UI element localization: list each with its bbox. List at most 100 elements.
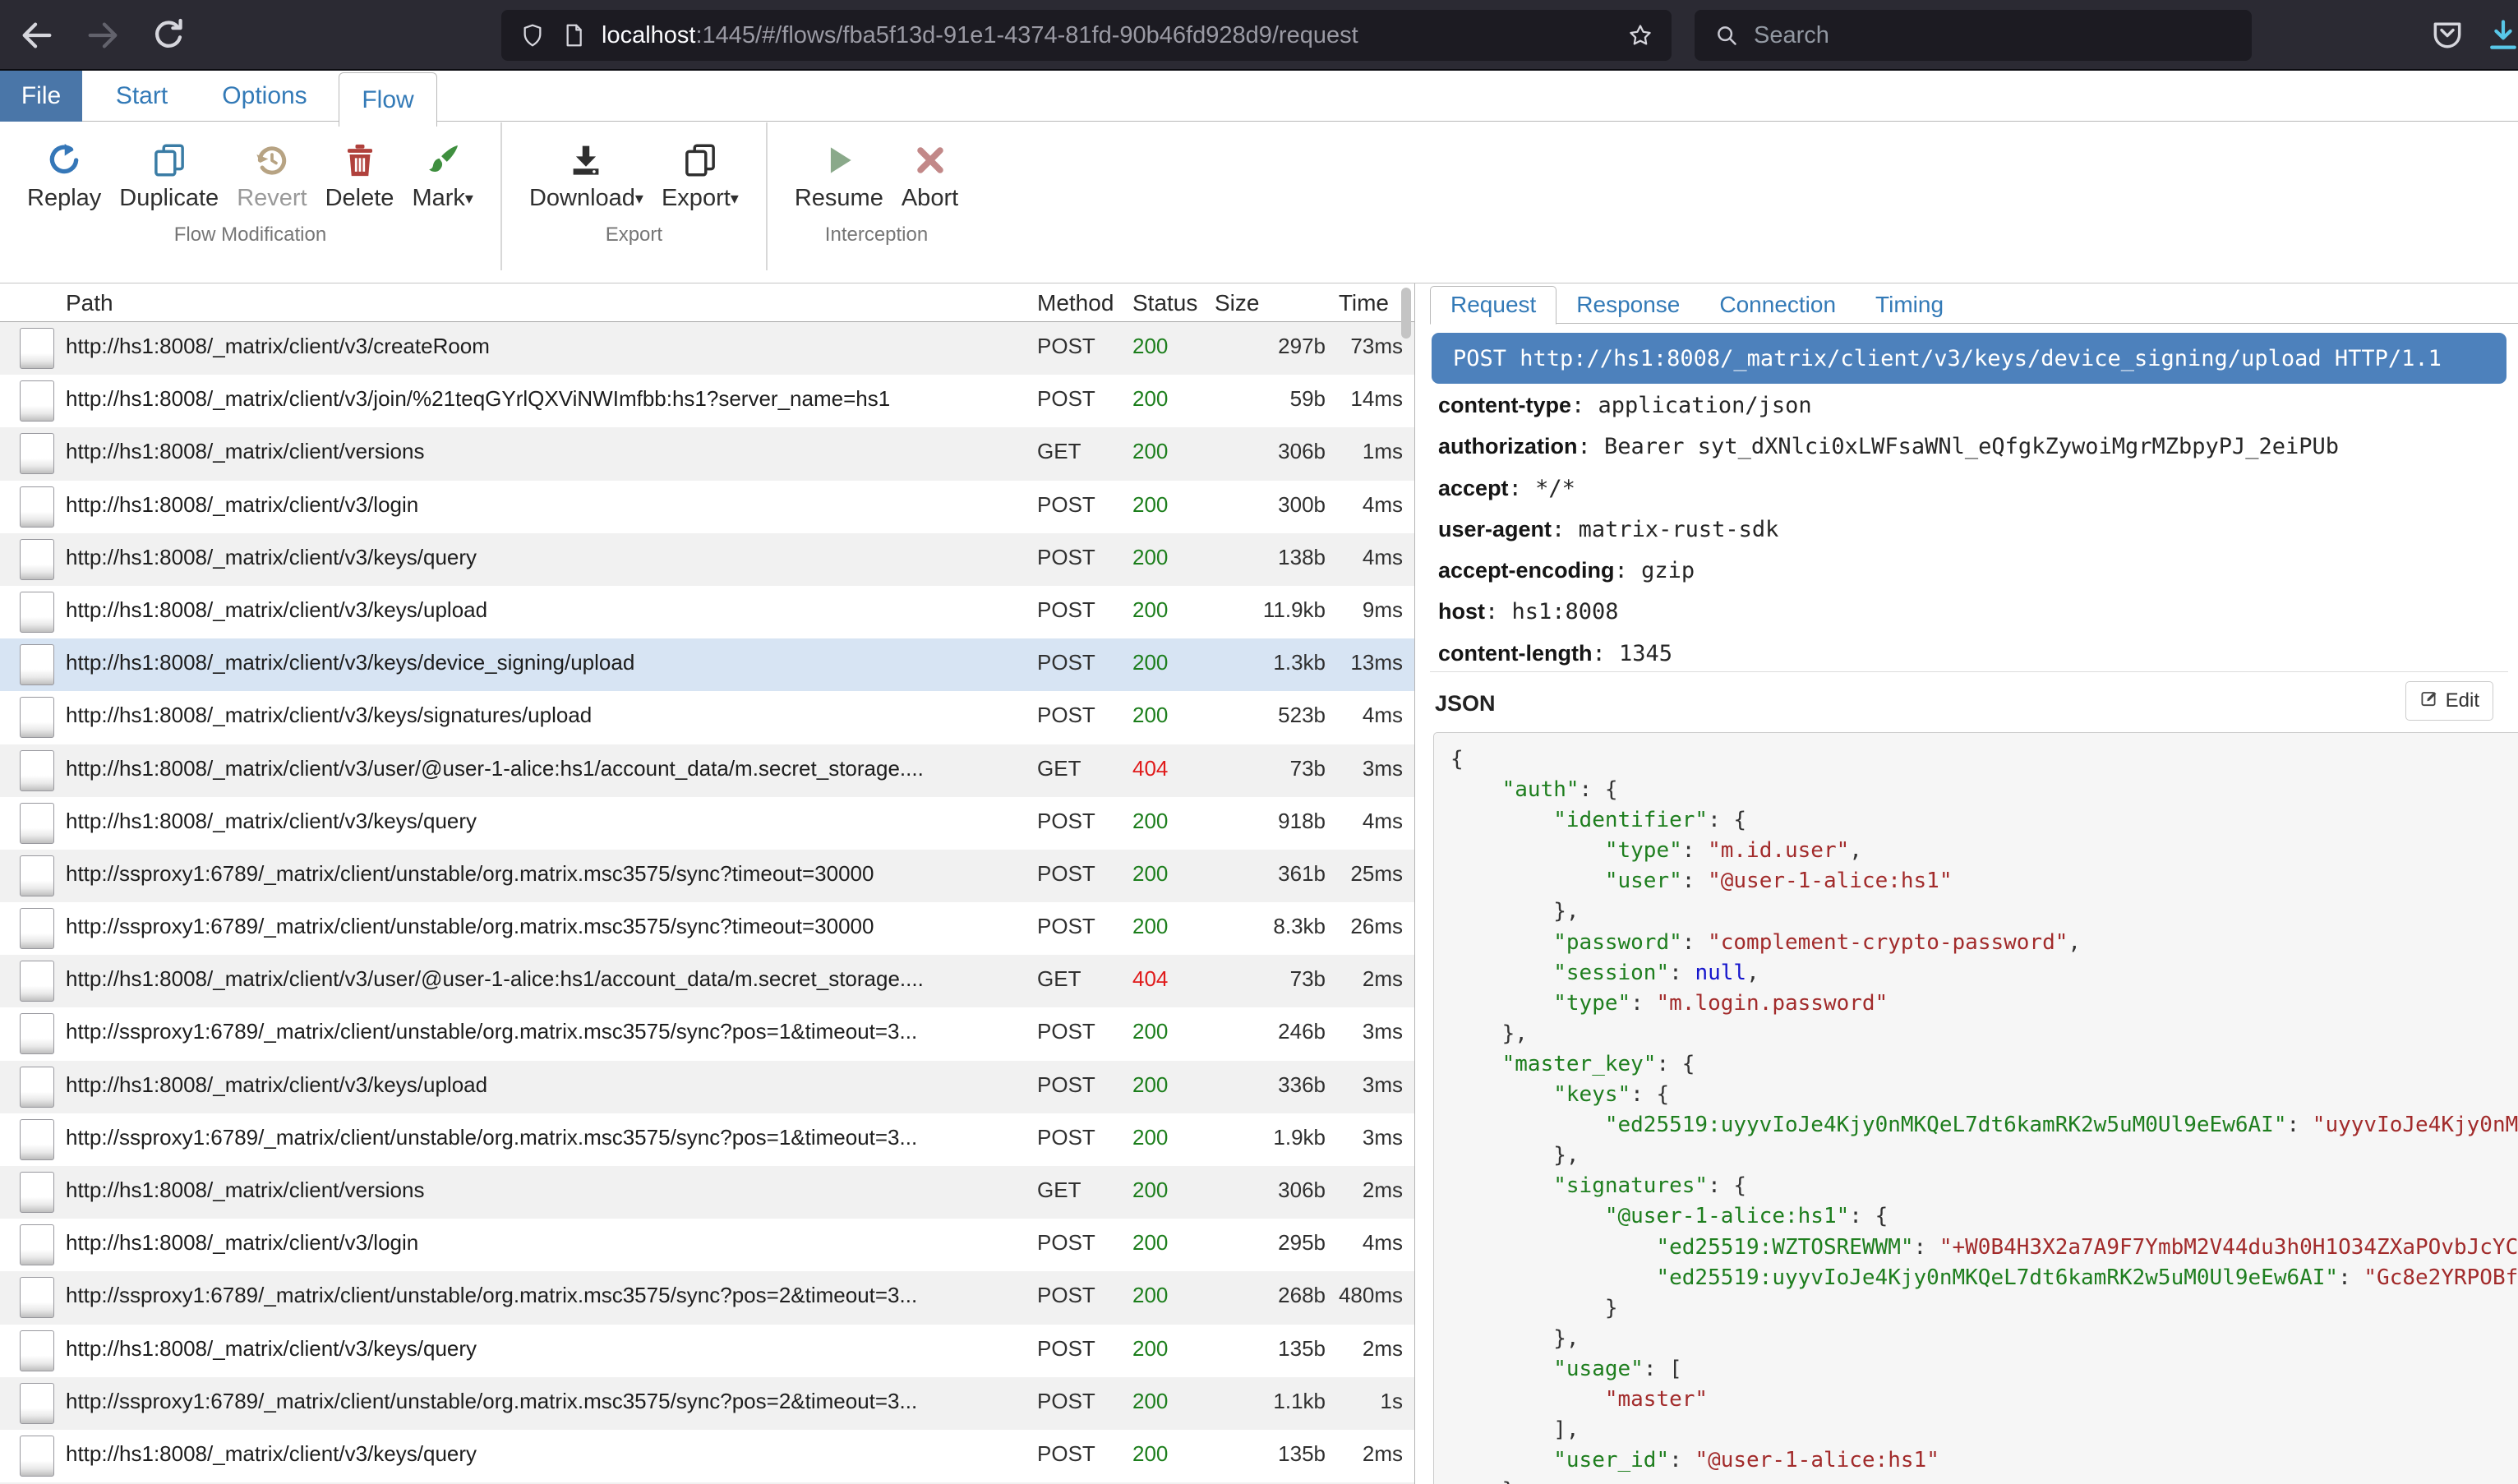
column-header-status[interactable]: Status (1132, 290, 1197, 316)
flow-file-icon (20, 592, 54, 633)
flow-status: 200 (1132, 1072, 1168, 1098)
flow-row[interactable]: http://hs1:8008/_matrix/client/v3/keys/u… (0, 1061, 1414, 1113)
flow-status: 200 (1132, 914, 1168, 939)
search-placeholder: Search (1754, 22, 1829, 49)
export-button[interactable]: Export▾ (662, 136, 739, 212)
flow-row[interactable]: http://ssproxy1:6789/_matrix/client/unst… (0, 1377, 1414, 1430)
flow-time: 25ms (1282, 861, 1403, 887)
browser-search[interactable]: Search (1695, 10, 2252, 61)
replay-button[interactable]: Replay (27, 136, 101, 212)
request-header-row: accept-encoding: gzip (1438, 558, 2515, 599)
flow-status: 404 (1132, 756, 1168, 781)
detail-tab-timing[interactable]: Timing (1856, 286, 1963, 324)
detail-tab-connection[interactable]: Connection (1699, 286, 1856, 324)
flow-row[interactable]: http://hs1:8008/_matrix/client/v3/user/@… (0, 744, 1414, 797)
detail-tab-request[interactable]: Request (1430, 286, 1556, 325)
search-icon (1714, 23, 1739, 48)
flow-row[interactable]: http://hs1:8008/_matrix/client/versionsG… (0, 1166, 1414, 1219)
download-icon (529, 136, 643, 178)
flow-method: POST (1037, 1441, 1095, 1467)
back-button[interactable] (18, 16, 56, 54)
menu-tab-flow[interactable]: Flow (339, 72, 437, 127)
flow-method: POST (1037, 650, 1095, 675)
flow-status: 200 (1132, 1283, 1168, 1308)
delete-button[interactable]: Delete (325, 136, 394, 212)
download-button[interactable]: Download▾ (529, 136, 643, 212)
flow-path: http://ssproxy1:6789/_matrix/client/unst… (66, 1125, 1027, 1150)
reload-button[interactable] (150, 16, 187, 54)
request-first-line[interactable]: POST http://hs1:8008/_matrix/client/v3/k… (1432, 333, 2506, 384)
flow-time: 2ms (1282, 1441, 1403, 1467)
abort-button-label: Abort (902, 185, 958, 212)
flow-table-scrollbar[interactable] (1401, 288, 1411, 339)
json-line: ], (1450, 1415, 2518, 1445)
flow-row[interactable]: http://hs1:8008/_matrix/client/v3/keys/q… (0, 797, 1414, 850)
flow-file-icon (20, 644, 54, 685)
request-headers: content-type: application/jsonauthorizat… (1438, 393, 2515, 682)
flow-row[interactable]: http://hs1:8008/_matrix/client/v3/create… (0, 322, 1414, 375)
flow-row[interactable]: http://ssproxy1:6789/_matrix/client/unst… (0, 902, 1414, 955)
edit-button-label: Edit (2446, 689, 2479, 712)
column-header-method[interactable]: Method (1037, 290, 1114, 316)
flow-method: GET (1037, 439, 1081, 464)
flow-row[interactable]: http://ssproxy1:6789/_matrix/client/unst… (0, 1113, 1414, 1166)
request-header-row: content-length: 1345 (1438, 641, 2515, 682)
flow-table: Path Method Status Size Time http://hs1:8008… (0, 283, 1415, 1484)
caret-down-icon: ▾ (465, 190, 473, 208)
mark-button[interactable]: Mark▾ (412, 136, 473, 212)
revert-button[interactable]: Revert (237, 136, 307, 212)
flow-row[interactable]: http://hs1:8008/_matrix/client/v3/keys/s… (0, 691, 1414, 744)
flow-time: 4ms (1282, 492, 1403, 518)
detail-tab-response[interactable]: Response (1556, 286, 1699, 324)
pocket-icon[interactable] (2429, 17, 2465, 53)
flow-row[interactable]: http://hs1:8008/_matrix/client/v3/keys/q… (0, 1430, 1414, 1482)
abort-button[interactable]: Abort (902, 136, 958, 212)
json-body-view[interactable]: { "auth": { "identifier": { "type": "m.i… (1433, 732, 2518, 1484)
flow-time: 3ms (1282, 756, 1403, 781)
flow-method: POST (1037, 1283, 1095, 1308)
column-header-path[interactable]: Path (66, 290, 113, 316)
shield-icon[interactable] (519, 22, 546, 48)
json-line: "master_key": { (1450, 1049, 2518, 1080)
flow-row[interactable]: http://hs1:8008/_matrix/client/v3/keys/d… (0, 638, 1414, 691)
flow-row[interactable]: http://hs1:8008/_matrix/client/v3/loginP… (0, 1219, 1414, 1271)
flow-file-icon (20, 1277, 54, 1318)
mark-icon (412, 136, 473, 178)
flow-path: http://ssproxy1:6789/_matrix/client/unst… (66, 1389, 1027, 1414)
request-header-name: host (1438, 599, 1485, 624)
flow-row[interactable]: http://hs1:8008/_matrix/client/v3/keys/u… (0, 586, 1414, 638)
flow-row[interactable]: http://hs1:8008/_matrix/client/v3/user/@… (0, 955, 1414, 1007)
flow-row[interactable]: http://hs1:8008/_matrix/client/v3/keys/q… (0, 1325, 1414, 1377)
flow-row[interactable]: http://hs1:8008/_matrix/client/v3/join/%… (0, 375, 1414, 427)
flow-row[interactable]: http://hs1:8008/_matrix/client/v3/keys/q… (0, 533, 1414, 586)
json-line: "ed25519:uyyvIoJe4Kjy0nMKQeL7dt6kamRK2w5… (1450, 1110, 2518, 1141)
edit-button[interactable]: Edit (2405, 681, 2493, 721)
column-header-size[interactable]: Size (1215, 290, 1259, 316)
downloads-icon[interactable] (2485, 17, 2518, 53)
request-header-row: host: hs1:8008 (1438, 599, 2515, 640)
flow-row[interactable]: http://hs1:8008/_matrix/client/v3/loginP… (0, 481, 1414, 533)
flow-path: http://hs1:8008/_matrix/client/v3/keys/q… (66, 1336, 1027, 1362)
resume-icon (795, 136, 883, 178)
flow-row[interactable]: http://ssproxy1:6789/_matrix/client/unst… (0, 1271, 1414, 1324)
menu-tab-options[interactable]: Options (215, 71, 314, 122)
flow-row[interactable]: http://ssproxy1:6789/_matrix/client/unst… (0, 1007, 1414, 1060)
resume-button[interactable]: Resume (795, 136, 883, 212)
duplicate-button[interactable]: Duplicate (119, 136, 219, 212)
flow-status: 200 (1132, 1389, 1168, 1414)
url-bar[interactable]: localhost:1445/#/flows/fba5f13d-91e1-437… (501, 10, 1672, 61)
flow-method: POST (1037, 597, 1095, 623)
flow-row[interactable]: http://ssproxy1:6789/_matrix/client/unst… (0, 850, 1414, 902)
menu-tab-start[interactable]: Start (99, 71, 185, 122)
flow-row[interactable]: http://hs1:8008/_matrix/client/versionsG… (0, 427, 1414, 480)
menu-tab-file[interactable]: File (0, 71, 82, 122)
forward-button[interactable] (84, 16, 122, 54)
flow-file-icon (20, 433, 54, 474)
flow-file-icon (20, 1436, 54, 1477)
flow-status: 200 (1132, 545, 1168, 570)
column-header-time[interactable]: Time (1282, 290, 1389, 316)
flow-method: POST (1037, 1230, 1095, 1256)
bookmark-star-icon[interactable] (1627, 22, 1653, 48)
page-icon[interactable] (560, 22, 587, 48)
flow-status: 200 (1132, 861, 1168, 887)
